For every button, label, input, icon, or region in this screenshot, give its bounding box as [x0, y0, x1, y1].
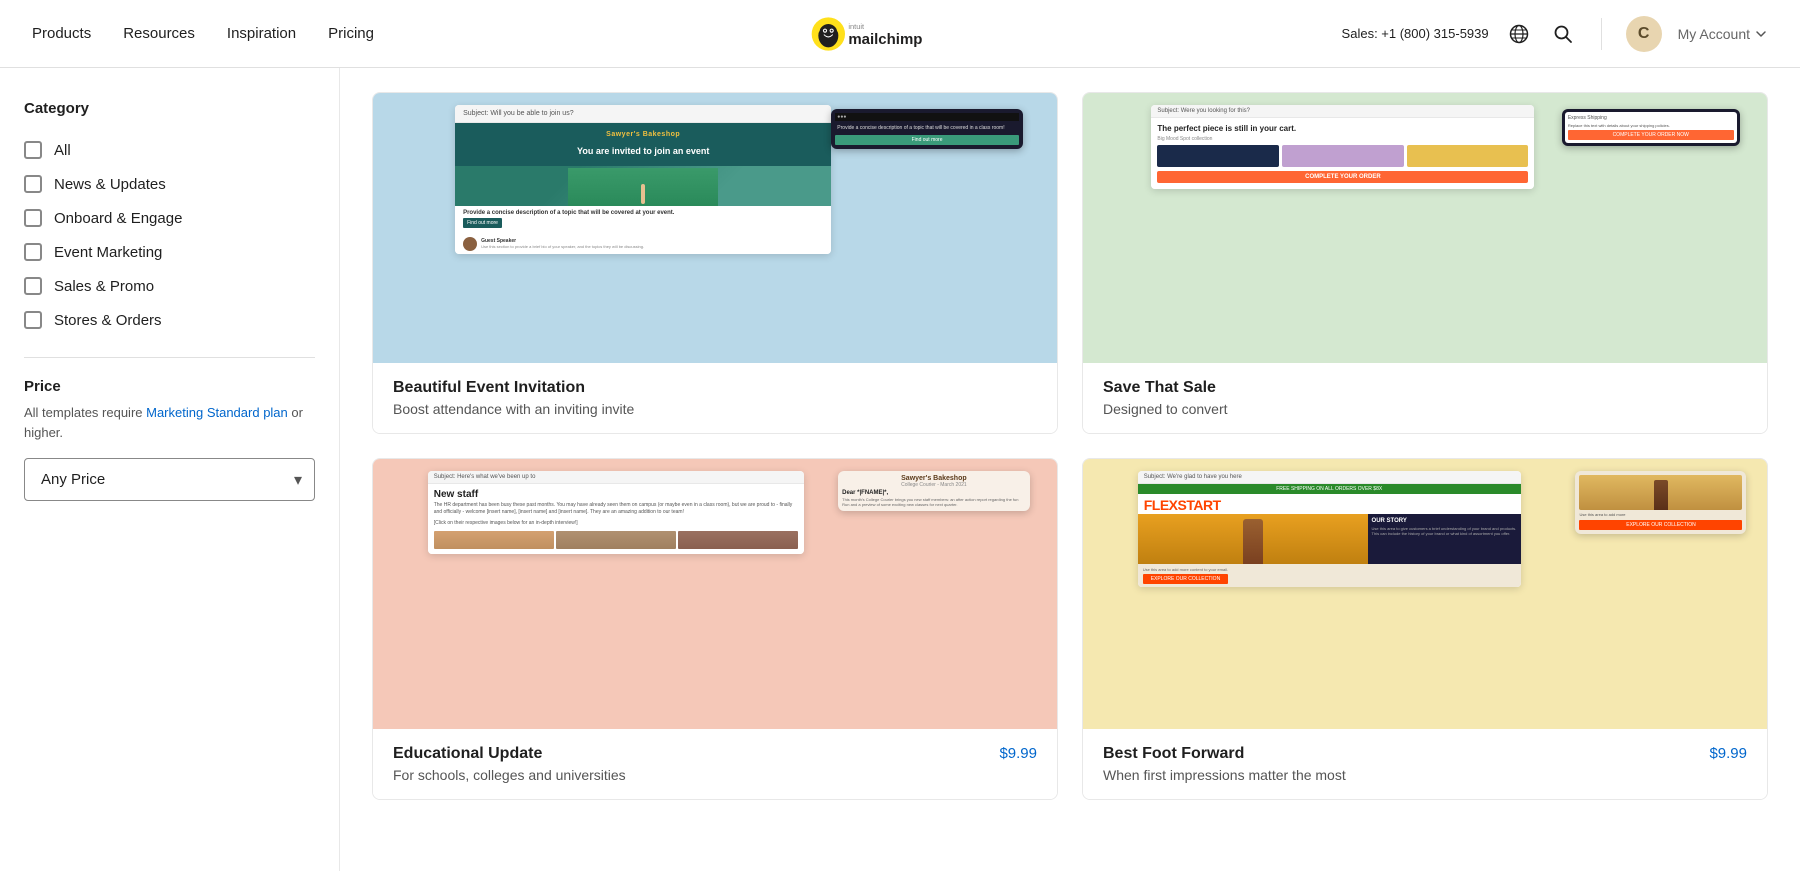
nav-pricing[interactable]: Pricing [328, 25, 374, 42]
marketing-standard-link[interactable]: Marketing Standard plan [146, 405, 288, 420]
category-onboard-engage[interactable]: Onboard & Engage [24, 201, 315, 235]
avatar[interactable]: C [1626, 16, 1662, 52]
category-stores-checkbox[interactable] [24, 311, 42, 329]
logo[interactable]: intuit mailchimp [808, 14, 991, 54]
category-news-updates[interactable]: News & Updates [24, 167, 315, 201]
template-title-4: Best Foot Forward [1103, 745, 1346, 763]
category-stores-orders[interactable]: Stores & Orders [24, 303, 315, 337]
nav-products[interactable]: Products [32, 25, 91, 42]
user-dropdown-label: My Account [1678, 26, 1750, 42]
template-card-best-foot[interactable]: Subject: We're glad to have you here FRE… [1082, 458, 1768, 800]
template-card-save-sale[interactable]: Subject: Were you looking for this? The … [1082, 92, 1768, 434]
template-title-3: Educational Update [393, 745, 626, 763]
template-title-1: Beautiful Event Invitation [393, 379, 634, 397]
template-info-2: Save That Sale Designed to convert [1083, 363, 1767, 433]
category-sales-label: Sales & Promo [54, 278, 154, 295]
phone-overlay-3: Sawyer's Bakeshop College Courier - Marc… [838, 471, 1030, 511]
category-news-label: News & Updates [54, 176, 166, 193]
user-dropdown[interactable]: My Account [1678, 26, 1768, 42]
phone-overlay-1: ●●● Provide a concise description of a t… [831, 109, 1023, 149]
phone-overlay-2: Express Shipping Replace this text with … [1562, 109, 1740, 146]
header-right: Sales: +1 (800) 315-5939 C My Account [1342, 16, 1768, 52]
template-desc-3: For schools, colleges and universities [393, 767, 626, 783]
category-section-title: Category [24, 100, 315, 117]
price-select[interactable]: Any Price Free Paid [25, 459, 314, 500]
category-onboard-checkbox[interactable] [24, 209, 42, 227]
template-preview-event-invitation: Subject: Will you be able to join us? Sa… [373, 93, 1057, 363]
price-title: Price [24, 378, 315, 395]
template-preview-educational: Subject: Here's what we've been up to Ne… [373, 459, 1057, 729]
category-news-checkbox[interactable] [24, 175, 42, 193]
svg-text:mailchimp: mailchimp [848, 30, 922, 47]
template-info-4: Best Foot Forward When first impressions… [1083, 729, 1767, 799]
category-event-marketing[interactable]: Event Marketing [24, 235, 315, 269]
phone-overlay-4: Use this area to add more EXPLORE OUR CO… [1575, 471, 1746, 534]
price-select-wrapper: Any Price Free Paid ▾ [24, 458, 315, 501]
category-all[interactable]: All [24, 133, 315, 167]
template-info-1: Beautiful Event Invitation Boost attenda… [373, 363, 1057, 433]
template-desc-1: Boost attendance with an inviting invite [393, 401, 634, 417]
page-layout: Category All News & Updates Onboard & En… [0, 68, 1800, 871]
mock-subject-4: Subject: We're glad to have you here [1138, 471, 1521, 484]
template-preview-best-foot: Subject: We're glad to have you here FRE… [1083, 459, 1767, 729]
nav-inspiration[interactable]: Inspiration [227, 25, 296, 42]
category-onboard-label: Onboard & Engage [54, 210, 182, 227]
main-content: Subject: Will you be able to join us? Sa… [340, 68, 1800, 871]
template-price-3: $9.99 [999, 745, 1037, 762]
template-price-4: $9.99 [1709, 745, 1747, 762]
globe-icon[interactable] [1505, 20, 1533, 48]
template-card-event-invitation[interactable]: Subject: Will you be able to join us? Sa… [372, 92, 1058, 434]
category-all-label: All [54, 142, 71, 159]
category-event-label: Event Marketing [54, 244, 162, 261]
mock-subject-3: Subject: Here's what we've been up to [428, 471, 804, 484]
templates-grid: Subject: Will you be able to join us? Sa… [372, 92, 1768, 800]
header: Products Resources Inspiration Pricing i… [0, 0, 1800, 68]
template-card-educational[interactable]: Subject: Here's what we've been up to Ne… [372, 458, 1058, 800]
sidebar: Category All News & Updates Onboard & En… [0, 68, 340, 871]
template-title-2: Save That Sale [1103, 379, 1228, 397]
mock-subject-2: Subject: Were you looking for this? [1151, 105, 1534, 118]
price-section: Price All templates require Marketing St… [24, 378, 315, 501]
mock-subject-1: Subject: Will you be able to join us? [455, 105, 831, 123]
sidebar-divider [24, 357, 315, 358]
sales-phone: Sales: +1 (800) 315-5939 [1342, 26, 1489, 41]
template-info-3: Educational Update For schools, colleges… [373, 729, 1057, 799]
template-preview-save-sale: Subject: Were you looking for this? The … [1083, 93, 1767, 363]
main-nav: Products Resources Inspiration Pricing [32, 25, 374, 42]
svg-text:intuit: intuit [848, 22, 865, 31]
category-event-checkbox[interactable] [24, 243, 42, 261]
chevron-down-icon [1754, 27, 1768, 41]
header-divider [1601, 18, 1602, 50]
template-desc-2: Designed to convert [1103, 401, 1228, 417]
category-sales-checkbox[interactable] [24, 277, 42, 295]
category-stores-label: Stores & Orders [54, 312, 162, 329]
category-all-checkbox[interactable] [24, 141, 42, 159]
template-desc-4: When first impressions matter the most [1103, 767, 1346, 783]
nav-resources[interactable]: Resources [123, 25, 195, 42]
category-sales-promo[interactable]: Sales & Promo [24, 269, 315, 303]
price-note: All templates require Marketing Standard… [24, 403, 315, 442]
search-icon[interactable] [1549, 20, 1577, 48]
